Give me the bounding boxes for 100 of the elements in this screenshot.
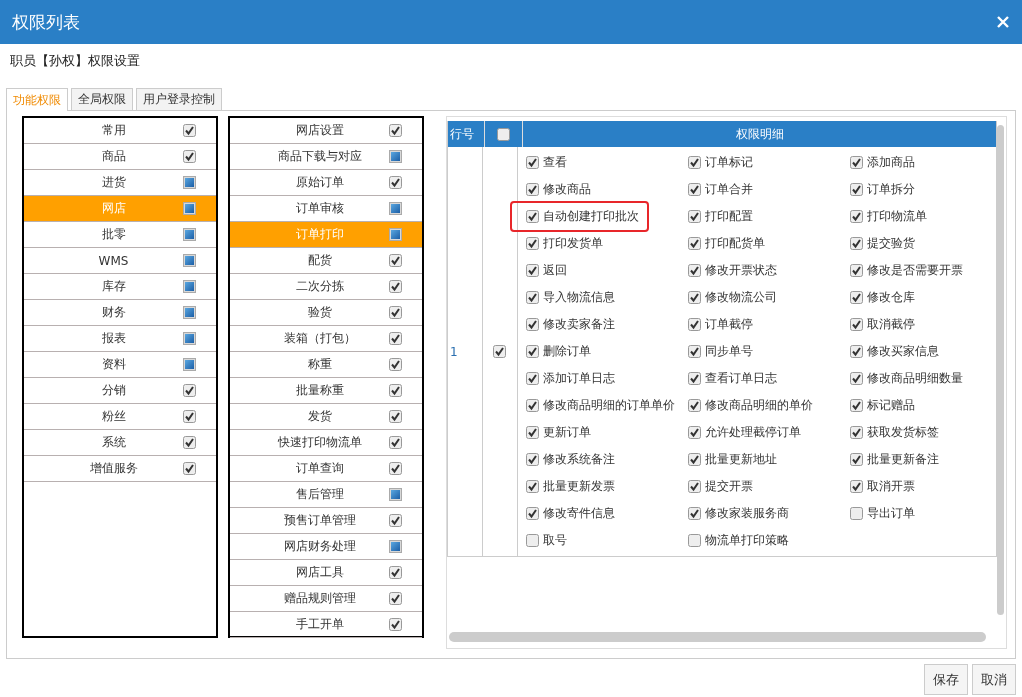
list-item[interactable]: 发货: [230, 404, 422, 430]
list-item[interactable]: 增值服务: [24, 456, 216, 482]
dialog-button[interactable]: 取消: [972, 664, 1016, 695]
checkbox[interactable]: [526, 210, 539, 223]
list-item[interactable]: 批量称重: [230, 378, 422, 404]
permission-option[interactable]: 批量更新发票: [524, 473, 615, 500]
checkbox[interactable]: [850, 480, 863, 493]
permission-option[interactable]: 取消截停: [848, 311, 915, 338]
permission-option[interactable]: 修改寄件信息: [524, 500, 615, 527]
permission-option[interactable]: 同步单号: [686, 338, 753, 365]
checkbox[interactable]: [850, 156, 863, 169]
list-item[interactable]: 网店设置: [230, 118, 422, 144]
permission-option[interactable]: 自动创建打印批次: [512, 203, 647, 230]
list-item[interactable]: 快速打印物流单: [230, 430, 422, 456]
checkbox[interactable]: [688, 210, 701, 223]
checkbox[interactable]: [389, 410, 402, 423]
list-item[interactable]: 商品下载与对应: [230, 144, 422, 170]
list-item[interactable]: 订单查询: [230, 456, 422, 482]
list-item[interactable]: 赠品规则管理: [230, 586, 422, 612]
list-item[interactable]: 网店工具: [230, 560, 422, 586]
permission-option[interactable]: 查看: [524, 149, 567, 176]
list-item[interactable]: 库存: [24, 274, 216, 300]
permission-option[interactable]: 修改系统备注: [524, 446, 615, 473]
permission-option[interactable]: 订单截停: [686, 311, 753, 338]
permission-option[interactable]: 允许处理截停订单: [686, 419, 801, 446]
checkbox[interactable]: [850, 237, 863, 250]
checkbox[interactable]: [389, 384, 402, 397]
checkbox[interactable]: [526, 534, 539, 547]
permission-option[interactable]: 导出订单: [848, 500, 915, 527]
permission-option[interactable]: 打印配置: [686, 203, 753, 230]
checkbox[interactable]: [389, 280, 402, 293]
list-item[interactable]: 装箱（打包）: [230, 326, 422, 352]
list-item[interactable]: 粉丝: [24, 404, 216, 430]
checkbox[interactable]: [850, 183, 863, 196]
list-item[interactable]: 配货: [230, 248, 422, 274]
list-item[interactable]: 商品: [24, 144, 216, 170]
permission-option[interactable]: 修改物流公司: [686, 284, 777, 311]
permission-option[interactable]: 取消开票: [848, 473, 915, 500]
list-item[interactable]: 称重: [230, 352, 422, 378]
tab[interactable]: 全局权限: [71, 88, 133, 110]
checkbox[interactable]: [183, 280, 196, 293]
permission-option[interactable]: 打印发货单: [524, 230, 603, 257]
permission-option[interactable]: 物流单打印策略: [686, 527, 789, 554]
checkbox[interactable]: [688, 156, 701, 169]
checkbox[interactable]: [688, 453, 701, 466]
checkbox[interactable]: [183, 332, 196, 345]
checkbox[interactable]: [389, 436, 402, 449]
permission-option[interactable]: 提交验货: [848, 230, 915, 257]
checkbox[interactable]: [688, 399, 701, 412]
permission-option[interactable]: 修改商品明细的单价: [686, 392, 813, 419]
checkbox[interactable]: [183, 176, 196, 189]
checkbox[interactable]: [526, 318, 539, 331]
list-item[interactable]: 资料: [24, 352, 216, 378]
checkbox[interactable]: [183, 306, 196, 319]
checkbox[interactable]: [688, 534, 701, 547]
checkbox[interactable]: [850, 264, 863, 277]
list-item[interactable]: WMS: [24, 248, 216, 274]
checkbox[interactable]: [850, 507, 863, 520]
checkbox[interactable]: [183, 462, 196, 475]
checkbox[interactable]: [850, 453, 863, 466]
permission-option[interactable]: 打印物流单: [848, 203, 927, 230]
checkbox[interactable]: [183, 228, 196, 241]
permission-option[interactable]: 添加商品: [848, 149, 915, 176]
checkbox[interactable]: [688, 183, 701, 196]
permission-option[interactable]: 订单标记: [686, 149, 753, 176]
permission-option[interactable]: 修改开票状态: [686, 257, 777, 284]
list-item[interactable]: 系统: [24, 430, 216, 456]
checkbox[interactable]: [183, 254, 196, 267]
checkbox[interactable]: [183, 410, 196, 423]
checkbox[interactable]: [389, 254, 402, 267]
checkbox[interactable]: [526, 399, 539, 412]
permission-option[interactable]: 订单合并: [686, 176, 753, 203]
permission-option[interactable]: 添加订单日志: [524, 365, 615, 392]
checkbox[interactable]: [526, 480, 539, 493]
dialog-button[interactable]: 保存: [924, 664, 968, 695]
checkbox[interactable]: [850, 399, 863, 412]
checkbox[interactable]: [850, 318, 863, 331]
checkbox[interactable]: [688, 480, 701, 493]
permission-option[interactable]: 修改商品明细的订单单价: [524, 392, 675, 419]
list-item[interactable]: 验货: [230, 300, 422, 326]
checkbox[interactable]: [850, 291, 863, 304]
checkbox[interactable]: [183, 124, 196, 137]
permission-option[interactable]: 取号: [524, 527, 567, 554]
checkbox[interactable]: [850, 372, 863, 385]
permission-option[interactable]: 修改是否需要开票: [848, 257, 963, 284]
list-item[interactable]: 财务: [24, 300, 216, 326]
permission-option[interactable]: 标记赠品: [848, 392, 915, 419]
permission-option[interactable]: 批量更新地址: [686, 446, 777, 473]
checkbox[interactable]: [389, 176, 402, 189]
checkbox[interactable]: [688, 237, 701, 250]
checkbox[interactable]: [526, 507, 539, 520]
list-item[interactable]: 报表: [24, 326, 216, 352]
permission-option[interactable]: 返回: [524, 257, 567, 284]
list-item[interactable]: 网店财务处理: [230, 534, 422, 560]
permission-option[interactable]: 修改仓库: [848, 284, 915, 311]
permission-option[interactable]: 修改卖家备注: [524, 311, 615, 338]
checkbox[interactable]: [389, 202, 402, 215]
checkbox[interactable]: [688, 318, 701, 331]
checkbox[interactable]: [183, 358, 196, 371]
permission-option[interactable]: 查看订单日志: [686, 365, 777, 392]
